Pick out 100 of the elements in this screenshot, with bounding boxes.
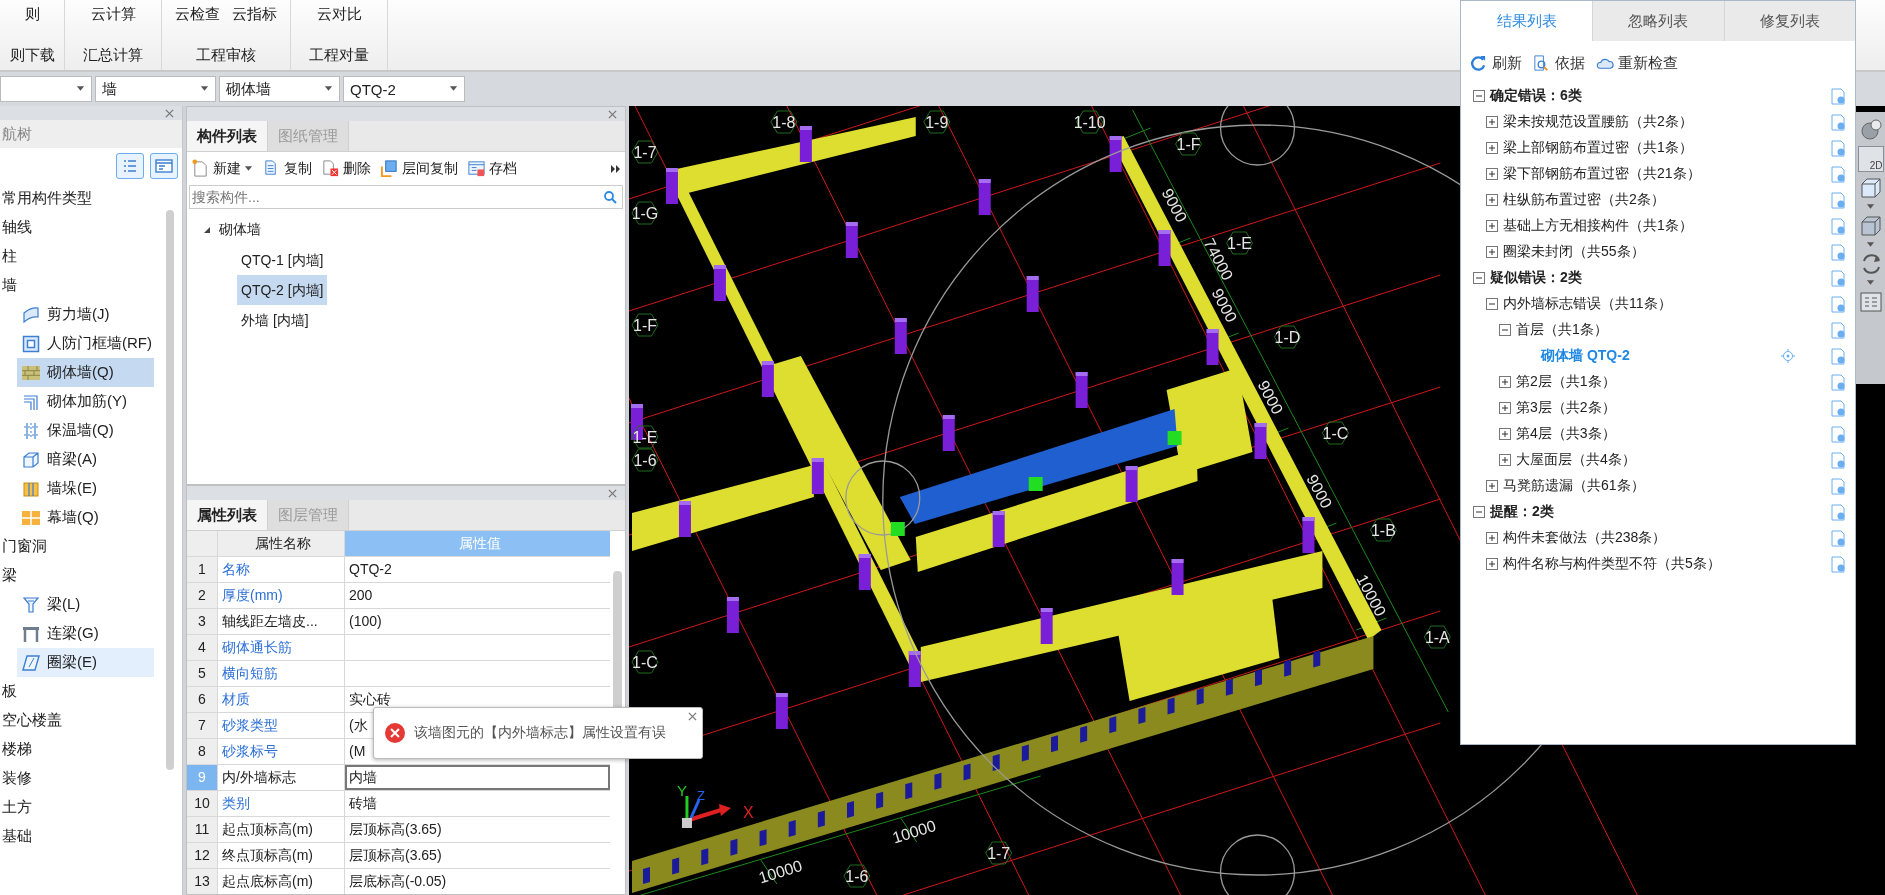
tree-item[interactable]: 装修 [0,764,162,793]
expand-icon[interactable] [1486,220,1498,232]
expand-icon[interactable] [1486,142,1498,154]
tree-item[interactable]: 构件未套做法（共238条） [1503,529,1667,547]
tree-item[interactable]: 外墙 [内墙] [237,305,313,335]
expand-icon[interactable] [1499,376,1511,388]
tree-item[interactable]: 圈梁(E) [17,648,154,677]
document-icon[interactable] [1830,113,1847,131]
ribbon-button[interactable]: 云计算 [88,2,138,26]
scrollbar[interactable] [166,210,174,770]
double-chevron-icon[interactable] [611,163,621,174]
tree-item[interactable]: 梁 [0,561,162,590]
tree-item[interactable]: 土方 [0,793,162,822]
search-icon[interactable] [603,190,617,204]
cube-icon[interactable] [1858,176,1883,200]
ribbon-button[interactable]: 云指标 [230,2,279,26]
caret-icon[interactable] [1866,242,1875,248]
expand-icon[interactable] [1486,168,1498,180]
tree-item[interactable]: 连梁(G) [17,619,154,648]
dropdown[interactable]: QTQ-2 [343,76,465,102]
tree-item[interactable]: 墙垛(E) [17,474,154,503]
document-icon[interactable] [1830,555,1847,573]
tree-item[interactable]: 砌体墙 [219,221,261,239]
expand-icon[interactable] [1499,428,1511,440]
document-icon[interactable] [1830,165,1847,183]
search-field[interactable]: 搜索构件... [189,185,623,209]
collapse-icon[interactable] [1473,90,1485,102]
document-icon[interactable] [1830,139,1847,157]
expand-icon[interactable] [1486,116,1498,128]
tree-item[interactable]: 幕墙(Q) [17,503,154,532]
tree-item[interactable]: 提醒：2类 [1490,503,1554,521]
tree-item[interactable]: 柱纵筋布置过密（共2条） [1503,191,1665,209]
expand-icon[interactable] [1486,194,1498,206]
tree-item[interactable]: QTQ-2 [内墙] [237,275,328,305]
tree-item[interactable]: 楼梯 [0,735,162,764]
tree-item[interactable]: 空心楼盖 [0,706,162,735]
expand-icon[interactable] [1486,558,1498,570]
property-list-icon[interactable] [1858,290,1883,314]
tree-item[interactable]: 梁下部钢筋布置过密（共21条） [1503,165,1701,183]
caret-icon[interactable] [449,86,458,92]
toolbar-button[interactable]: 复制 [262,159,312,178]
document-icon[interactable] [1830,347,1847,365]
collapse-icon[interactable] [1486,298,1498,310]
caret-icon[interactable] [200,86,209,92]
2d-view-button[interactable]: 2D [1857,146,1884,172]
document-icon[interactable] [1830,451,1847,469]
expand-icon[interactable] [1486,246,1498,258]
ribbon-button[interactable]: 云检查 [173,2,222,26]
tree-item[interactable]: 保温墙(Q) [17,416,154,445]
orbit-circle[interactable] [845,460,921,536]
wall[interactable] [899,409,1178,524]
tree-item[interactable]: QTQ-1 [内墙] [237,245,328,275]
tree-item[interactable]: 剪力墙(J) [17,300,154,329]
ribbon-button[interactable]: 云对比 [314,2,364,26]
property-value[interactable]: 层底标高(-0.05) [345,869,610,894]
tree-item[interactable]: 构件名称与构件类型不符（共5条） [1503,555,1721,573]
card-view-button[interactable] [150,153,178,179]
toolbar-button[interactable]: 删除 [321,159,371,178]
property-value[interactable]: 层顶标高(3.65) [345,843,610,868]
tree-item[interactable]: 第4层（共3条） [1516,425,1616,443]
tree-item[interactable]: 马凳筋遗漏（共61条） [1503,477,1645,495]
tree-item[interactable]: 内外墙标志错误（共11条） [1503,295,1672,313]
caret-icon[interactable] [76,86,85,92]
document-icon[interactable] [1830,87,1847,105]
property-value[interactable]: 层顶标高(3.65) [345,817,610,842]
document-icon[interactable] [1830,321,1847,339]
toolbar-button[interactable]: 依据 [1532,53,1585,73]
document-icon[interactable] [1830,269,1847,287]
tree-item[interactable]: 砌体加筋(Y) [17,387,154,416]
tree-item[interactable]: 梁上部钢筋布置过密（共1条） [1503,139,1693,157]
dropdown[interactable]: 墙 [95,76,216,102]
tree-item[interactable]: 暗梁(A) [17,445,154,474]
tree-item[interactable]: 基础上方无相接构件（共1条） [1503,217,1693,235]
property-value[interactable]: (100) [345,609,610,634]
tree-item[interactable]: 基础 [0,822,162,851]
toolbar-button[interactable]: 刷新 [1469,53,1522,73]
close-icon[interactable] [608,488,617,498]
tree-item[interactable]: 首层（共1条） [1516,321,1608,339]
dropdown[interactable]: 砌体墙 [219,76,340,102]
tree-item[interactable]: 砌体墙 QTQ-2 [1541,347,1630,365]
tab[interactable]: 修复列表 [1723,1,1855,41]
collapse-icon[interactable] [1473,272,1485,284]
expanded-triangle-icon[interactable] [203,226,211,234]
ribbon-button[interactable]: 则 [22,2,42,26]
expand-icon[interactable] [1486,480,1498,492]
property-value[interactable]: 砖墙 [345,791,610,816]
tab[interactable]: 忽略列表 [1592,1,1724,41]
expand-icon[interactable] [1499,454,1511,466]
collapse-icon[interactable] [1473,506,1485,518]
property-value[interactable]: 内墙 [345,765,610,790]
document-icon[interactable] [1830,529,1847,547]
locate-icon[interactable] [1781,349,1795,363]
close-icon[interactable] [688,712,697,721]
toolbar-button[interactable]: 新建 [191,159,253,178]
tree-item[interactable]: 疑似错误：2类 [1490,269,1582,287]
tree-item[interactable]: 第3层（共2条） [1516,399,1616,417]
document-icon[interactable] [1830,217,1847,235]
tree-item[interactable]: 梁未按规范设置腰筋（共2条） [1503,113,1693,131]
tree-item[interactable]: 大屋面层（共4条） [1516,451,1636,469]
document-icon[interactable] [1830,399,1847,417]
